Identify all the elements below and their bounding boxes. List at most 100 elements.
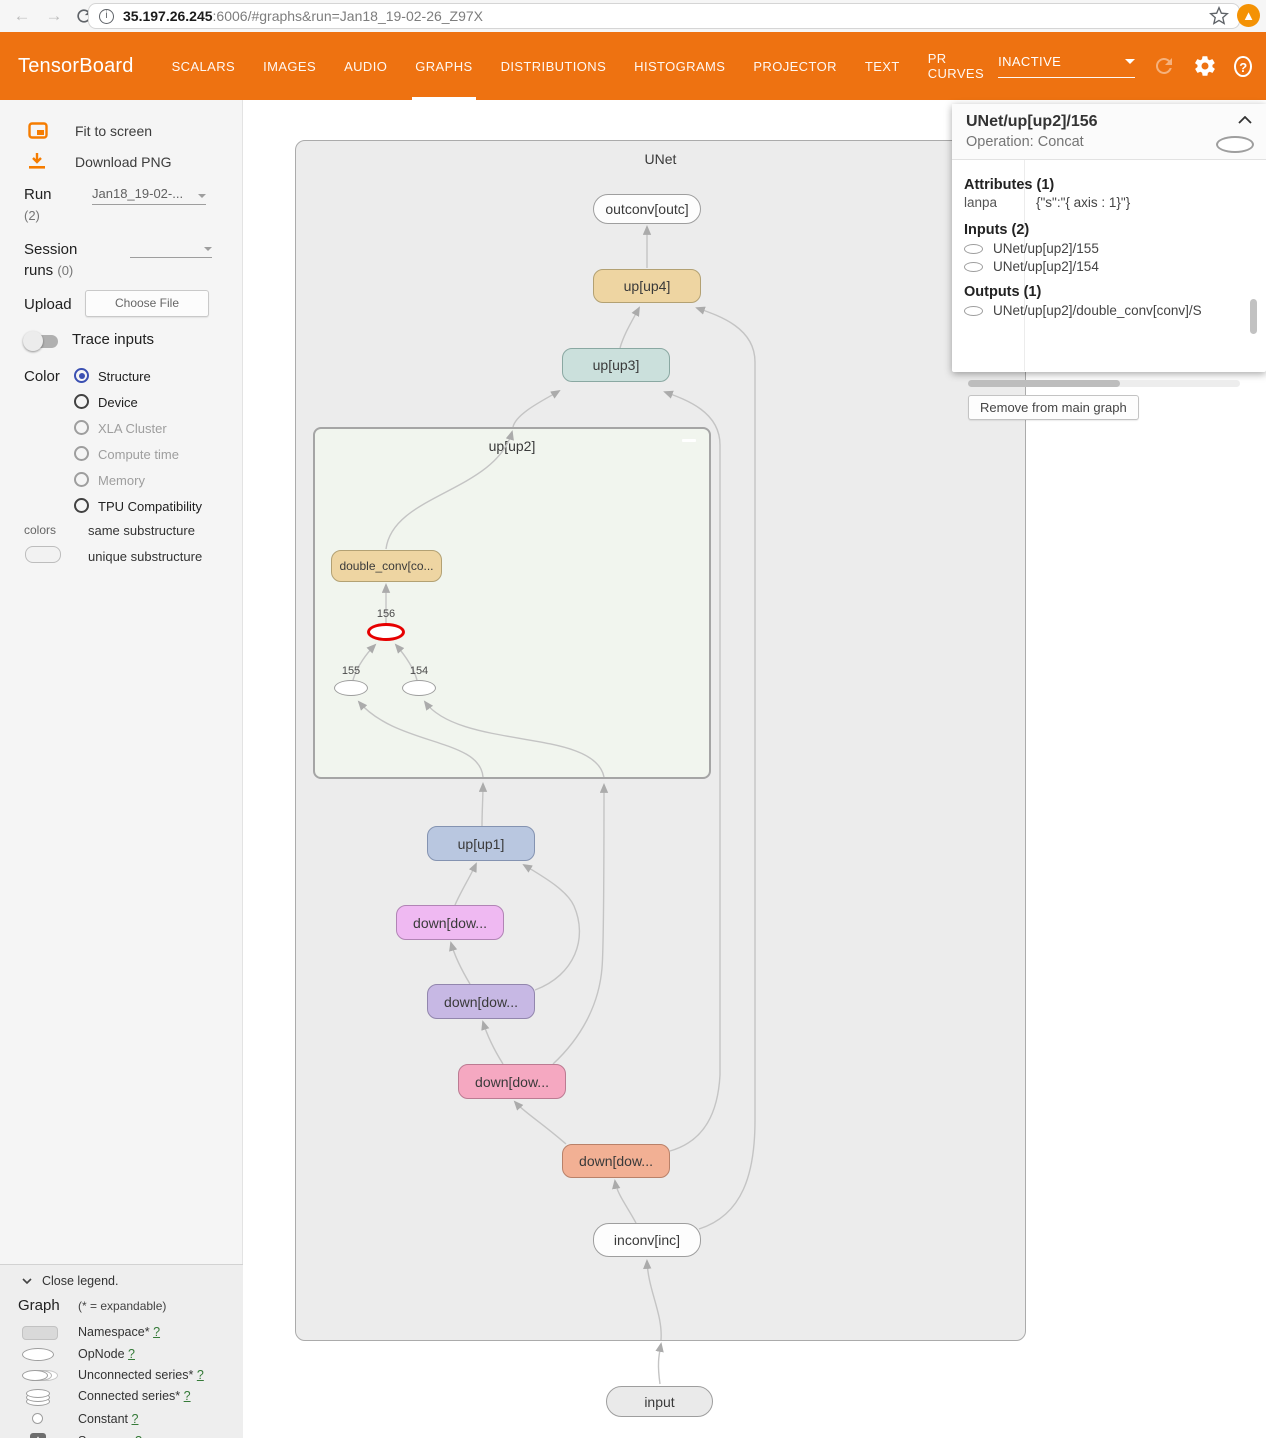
- output-item[interactable]: UNet/up[up2]/double_conv[conv]/S: [964, 303, 1266, 318]
- node-down1[interactable]: down[dow...: [562, 1144, 670, 1178]
- legend-expandable-note: (* = expandable): [78, 1299, 166, 1313]
- node-info-panel: UNet/up[up2]/156 Operation: Concat Attri…: [952, 104, 1266, 372]
- namespace-icon: [22, 1326, 58, 1340]
- help-link[interactable]: ?: [197, 1368, 204, 1382]
- node-outconv[interactable]: outconv[outc]: [593, 194, 701, 224]
- browser-toolbar: ← → i 35.197.26.245:6006/#graphs&run=Jan…: [0, 0, 1266, 32]
- tab-graphs[interactable]: GRAPHS: [412, 32, 475, 100]
- main-nav: SCALARS IMAGES AUDIO GRAPHS DISTRIBUTION…: [158, 32, 998, 100]
- opnode-156-label: 156: [377, 608, 395, 620]
- run-select[interactable]: Jan18_19-02-...: [92, 186, 206, 205]
- status-dropdown[interactable]: INACTIVE: [998, 54, 1135, 78]
- tab-scalars[interactable]: SCALARS: [169, 32, 239, 100]
- radio-xla-cluster: [74, 420, 89, 435]
- outputs-header: Outputs (1): [964, 284, 1266, 300]
- opnode-icon: [964, 262, 983, 272]
- node-double-conv[interactable]: double_conv[co...: [331, 550, 442, 582]
- unique-substructure-label: unique substructure: [88, 549, 202, 564]
- tab-projector[interactable]: PROJECTOR: [750, 32, 840, 100]
- radio-compute-time-label: Compute time: [98, 447, 179, 462]
- node-info-body: Attributes (1) lanpa {"s":"{ axis : 1}"}…: [952, 160, 1266, 371]
- help-link[interactable]: ?: [184, 1389, 191, 1403]
- node-down4[interactable]: down[dow...: [396, 905, 504, 940]
- status-label: INACTIVE: [998, 54, 1061, 69]
- legend-graph-title: Graph: [18, 1297, 60, 1314]
- tab-pr-curves[interactable]: PR CURVES: [925, 32, 987, 100]
- download-icon: [28, 153, 46, 170]
- help-link[interactable]: ?: [135, 1434, 142, 1438]
- tab-text[interactable]: TEXT: [862, 32, 903, 100]
- radio-xla-cluster-label: XLA Cluster: [98, 421, 167, 436]
- tab-images[interactable]: IMAGES: [260, 32, 319, 100]
- horizontal-scrollbar[interactable]: [968, 380, 1240, 387]
- opnode-156-selected[interactable]: [367, 623, 405, 641]
- unconnected-series-icon: [22, 1370, 48, 1381]
- opnode-icon: [964, 244, 983, 254]
- radio-structure[interactable]: [74, 368, 89, 383]
- connected-series-icon: [26, 1389, 50, 1398]
- node-down3[interactable]: down[dow...: [427, 984, 535, 1019]
- help-link[interactable]: ?: [128, 1347, 135, 1361]
- tensorboard-header: TensorBoard SCALARS IMAGES AUDIO GRAPHS …: [0, 32, 1266, 100]
- graph-controls-sidebar: Fit to screen Download PNG Run (2) Jan18…: [0, 100, 243, 1438]
- opnode-155[interactable]: [334, 680, 368, 696]
- session-runs-select[interactable]: [130, 247, 212, 258]
- radio-structure-label: Structure: [98, 369, 151, 384]
- opnode-154[interactable]: [402, 680, 436, 696]
- constant-icon: [32, 1413, 43, 1424]
- node-up1[interactable]: up[up1]: [427, 826, 535, 861]
- input-item[interactable]: UNet/up[up2]/155: [964, 241, 1266, 256]
- page-info-icon[interactable]: i: [99, 9, 114, 24]
- vertical-scrollbar[interactable]: [1250, 299, 1257, 334]
- reload-data-icon[interactable]: [1152, 54, 1176, 78]
- bookmark-star-icon[interactable]: [1209, 6, 1229, 26]
- tab-histograms[interactable]: HISTOGRAMS: [631, 32, 728, 100]
- node-shape-icon: [1216, 136, 1254, 153]
- url-path: :6006/#graphs&run=Jan18_19-02-26_Z97X: [213, 8, 483, 24]
- color-label: Color: [24, 368, 60, 385]
- browser-extension-icon[interactable]: ▲: [1237, 4, 1260, 27]
- radio-compute-time: [74, 446, 89, 461]
- chevron-down-icon: [204, 247, 212, 251]
- node-up4[interactable]: up[up4]: [593, 269, 701, 303]
- radio-device[interactable]: [74, 394, 89, 409]
- node-info-title: UNet/up[up2]/156: [966, 113, 1252, 131]
- attribute-key: lanpa: [964, 195, 1036, 210]
- tab-audio[interactable]: AUDIO: [341, 32, 390, 100]
- radio-tpu-compatibility[interactable]: [74, 498, 89, 513]
- help-link[interactable]: ?: [153, 1325, 160, 1339]
- inputs-header: Inputs (2): [964, 222, 1266, 238]
- chevron-down-icon: [198, 194, 206, 198]
- input-item[interactable]: UNet/up[up2]/154: [964, 259, 1266, 274]
- trace-inputs-toggle[interactable]: [26, 335, 58, 348]
- node-down2[interactable]: down[dow...: [458, 1064, 566, 1099]
- opnode-154-label: 154: [410, 665, 428, 677]
- chevron-down-icon: [1125, 59, 1135, 64]
- collapse-panel-icon[interactable]: [1238, 116, 1252, 124]
- node-up3[interactable]: up[up3]: [562, 348, 670, 382]
- radio-device-label: Device: [98, 395, 138, 410]
- session-runs-label: Session: [24, 241, 77, 258]
- session-runs-label2: runs (0): [24, 262, 73, 279]
- browser-back-icon[interactable]: ←: [12, 6, 32, 26]
- node-operation: Operation: Concat: [966, 134, 1252, 150]
- node-info-header: UNet/up[up2]/156 Operation: Concat: [952, 104, 1266, 160]
- fit-to-screen-icon: [28, 122, 48, 139]
- node-inconv[interactable]: inconv[inc]: [593, 1223, 701, 1257]
- remove-from-main-graph-button[interactable]: Remove from main graph: [968, 395, 1139, 420]
- settings-gear-icon[interactable]: [1193, 54, 1217, 78]
- help-icon[interactable]: ?: [1234, 56, 1252, 77]
- browser-forward-icon[interactable]: →: [44, 6, 64, 26]
- help-link[interactable]: ?: [132, 1412, 139, 1426]
- choose-file-button[interactable]: Choose File: [85, 290, 209, 317]
- trace-inputs-label: Trace inputs: [72, 331, 154, 348]
- radio-tpu-compatibility-label: TPU Compatibility: [98, 499, 202, 514]
- address-bar[interactable]: i 35.197.26.245:6006/#graphs&run=Jan18_1…: [88, 3, 1240, 29]
- colors-caption: colors: [24, 523, 56, 537]
- horizontal-scrollbar-thumb[interactable]: [968, 380, 1120, 387]
- attributes-header: Attributes (1): [964, 177, 1266, 193]
- download-png-label: Download PNG: [75, 154, 172, 170]
- tab-distributions[interactable]: DISTRIBUTIONS: [498, 32, 610, 100]
- node-input[interactable]: input: [606, 1386, 713, 1417]
- run-label: Run: [24, 186, 52, 203]
